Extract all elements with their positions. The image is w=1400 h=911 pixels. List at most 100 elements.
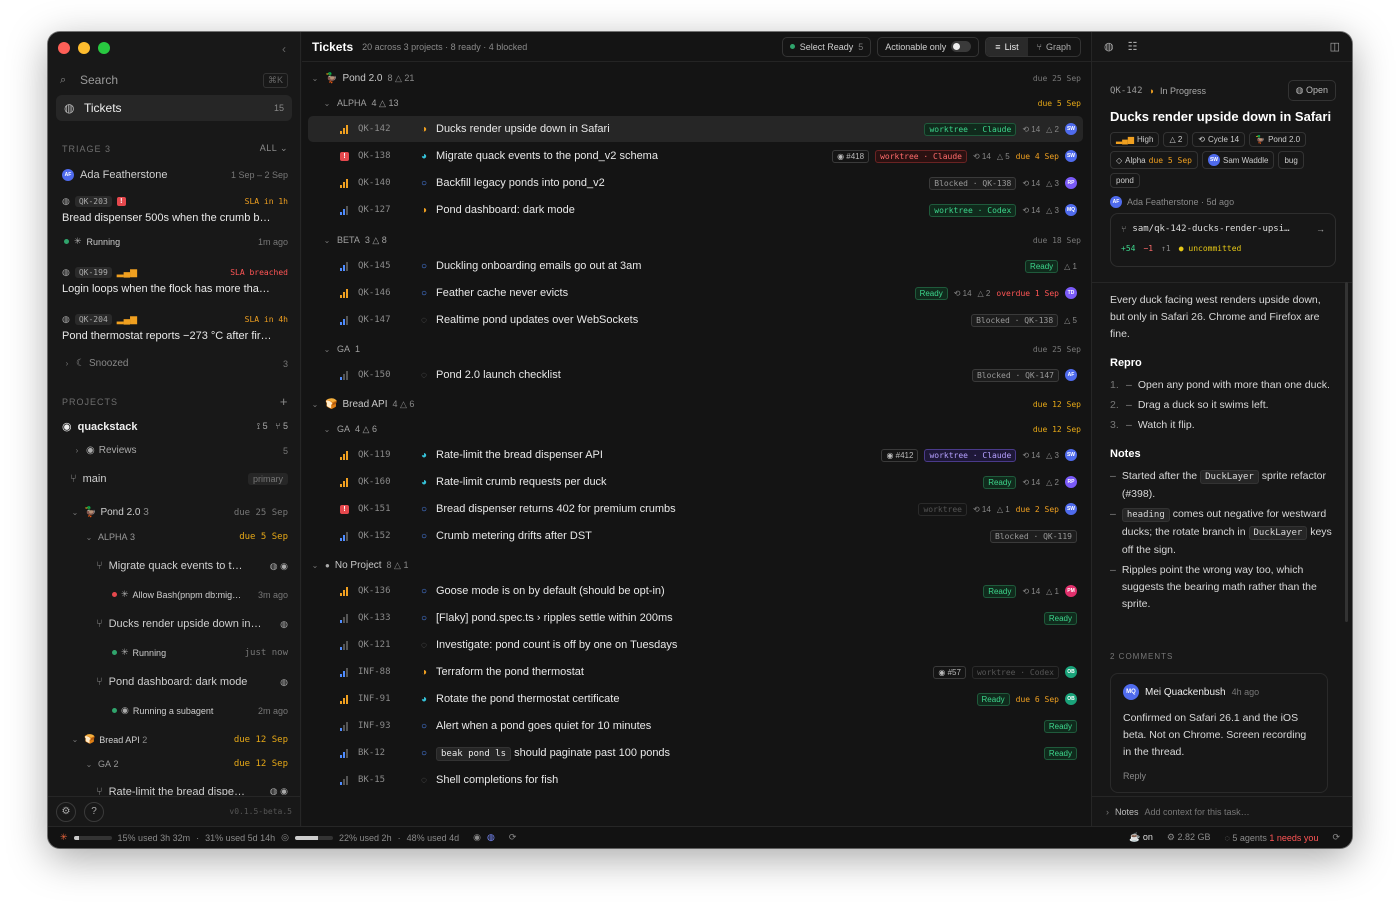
pull-request-badge[interactable]: ◉ #57 [933,665,966,679]
panel-toggle-icon[interactable]: ◫ [1330,40,1340,53]
group-header-project[interactable]: ⌄ 🦆 Pond 2.0 8 △ 21 due 25 Sep [310,68,1081,88]
pull-request-badge[interactable]: ◉ #412 [881,448,919,462]
estimate: △ 1 [1064,261,1077,271]
cycle-chip[interactable]: ⟲ Cycle 14 [1192,132,1246,147]
label-chip[interactable]: pond [1110,173,1140,188]
caffeinate-toggle[interactable]: ☕ on [1129,832,1153,843]
worktree-item[interactable]: ⑂ Ducks render upside down in… ◍ [62,618,288,630]
worktree-time: 2m ago [257,705,288,716]
notes-input-bar[interactable]: › Notes Add context for this task… [1092,796,1352,826]
todo-icon: ○ [420,503,428,515]
view-graph-tab[interactable]: ⑂ Graph [1028,38,1080,56]
github-icon[interactable]: ◉ [473,832,481,843]
toggle-switch[interactable] [951,41,972,52]
branch-card[interactable]: ⑂ sam/qk-142-ducks-render-upsi… → +54 −1… [1110,213,1336,267]
table-row[interactable]: QK-127 ◑ Pond dashboard: dark mode workt… [308,197,1083,223]
table-row[interactable]: QK-119 ◕ Rate-limit the bread dispenser … [308,442,1083,468]
group-header-milestone[interactable]: ⌄ GA 4 △ 6 due 12 Sep [310,419,1081,439]
milestone-chip[interactable]: ◇ Alpha due 5 Sep [1110,151,1198,169]
priority-high-icon [340,178,352,188]
pr-number: #418 [846,151,865,161]
table-row[interactable]: QK-140 ○ Backfill legacy ponds into pond… [308,170,1083,196]
table-row[interactable]: BK-15 ◌ Shell completions for fish [308,767,1083,793]
add-project-button[interactable]: + [280,394,288,409]
priority-chip[interactable]: ▂▄▆ High [1110,132,1160,147]
settings-icon[interactable]: ⚙ [56,801,76,822]
page-title: Tickets [312,39,354,54]
checklist-icon[interactable]: ☷ [1128,40,1138,53]
refresh-icon[interactable]: ⟳ [509,832,517,843]
group-header-milestone[interactable]: ⌄ GA 1 due 25 Sep [310,339,1081,359]
project-pond[interactable]: ⌄ 🦆 Pond 2.0 3 due 25 Sep [62,507,288,518]
worktree-item[interactable]: ⑂ Migrate quack events to t… ◍ ◉ [62,560,288,572]
table-row[interactable]: INF-93 ○ Alert when a pond goes quiet fo… [308,713,1083,739]
table-row[interactable]: INF-91 ◕ Rotate the pond thermostat cert… [308,686,1083,712]
assignee-chip[interactable]: SW Sam Waddle [1201,151,1275,169]
reviews-row[interactable]: › ◉ Reviews 5 [62,445,288,456]
group-header-project[interactable]: ⌄ 🍞 Bread API 4 △ 6 due 12 Sep [310,394,1081,414]
minimize-window-button[interactable] [78,42,90,54]
table-row[interactable]: QK-147 ◌ Realtime pond updates over WebS… [308,307,1083,333]
snoozed-row[interactable]: › ☾ Snoozed 3 [62,358,288,369]
table-row[interactable]: QK-160 ◕ Rate-limit crumb requests per d… [308,469,1083,495]
project-chip[interactable]: 🦆 Pond 2.0 [1249,132,1307,147]
table-row[interactable]: QK-146 ○ Feather cache never evicts Read… [308,280,1083,306]
triage-owner[interactable]: AF Ada Featherstone 1 Sep – 2 Sep [62,169,288,181]
detail-status[interactable]: In Progress [1160,86,1206,96]
table-row[interactable]: QK-121 ◌ Investigate: pond count is off … [308,632,1083,658]
zoom-window-button[interactable] [98,42,110,54]
todo-icon: ○ [420,287,428,299]
sync-icon[interactable]: ⟳ [1332,832,1340,843]
priority-medium-icon [340,667,352,677]
linear-icon[interactable]: ◍ [487,832,495,843]
avatar: OB [1065,666,1077,678]
select-ready-button[interactable]: Select Ready 5 [781,36,872,57]
table-row[interactable]: INF-88 ◑ Terraform the pond thermostat ◉… [308,659,1083,685]
view-list-tab[interactable]: ≡ List [986,37,1028,56]
triage-filter[interactable]: ALL ⌄ [260,143,288,154]
worktree-item[interactable]: ⑂ Rate-limit the bread dispe… ◍ ◉ [62,786,288,795]
ticket-id: QK-140 [358,178,391,188]
group-header-project[interactable]: ⌄ ● No Project 8 △ 1 [310,555,1081,575]
nav-tickets[interactable]: ◍ Tickets 15 [56,95,292,121]
triage-item[interactable]: ◍ QK-204 ▂▄▆ SLA in 4h Pond thermostat r… [62,314,288,342]
arrow-right-icon[interactable]: → [1316,224,1325,234]
search-button[interactable]: ⌕ Search ⌘K [60,70,288,90]
help-icon[interactable]: ? [84,801,104,822]
actionable-toggle[interactable]: Actionable only [877,36,980,57]
open-button[interactable]: ◍ Open [1287,80,1336,101]
collapse-sidebar-icon[interactable]: ‹ [282,42,286,56]
estimate: △ 5 [996,151,1010,161]
table-row[interactable]: QK-136 ○ Goose mode is on by default (sh… [308,578,1083,604]
sidebar: ‹ ⌕ Search ⌘K ◍ Tickets 15 TRIAGE 3 ALL … [48,32,301,826]
table-row[interactable]: ! QK-138 ◕ Migrate quack events to the p… [308,143,1083,169]
linear-icon[interactable]: ◍ [1104,40,1114,53]
table-row[interactable]: QK-133 ○ [Flaky] pond.spec.ts › ripples … [308,605,1083,631]
triage-item[interactable]: ◍ QK-203 ! SLA in 1h Bread dispenser 500… [62,196,288,247]
table-row[interactable]: QK-145 ○ Duckling onboarding emails go o… [308,253,1083,279]
agents-count[interactable]: ◌ 5 agents 1 needs you [1225,833,1319,843]
table-row[interactable]: ! QK-151 ○ Bread dispenser returns 402 f… [308,496,1083,522]
chevron-down-icon: ⌄ [323,424,331,434]
label-chip[interactable]: bug [1278,151,1304,169]
table-row[interactable]: QK-142 ◑ Ducks render upside down in Saf… [308,116,1083,142]
worktree-item[interactable]: ⑂ Pond dashboard: dark mode ◍ [62,676,288,688]
estimate: △ 3 [1046,178,1059,188]
scrollbar[interactable] [1345,282,1348,622]
triage-item[interactable]: ◍ QK-199 ▂▄▆ SLA breached Login loops wh… [62,267,288,295]
group-header-milestone[interactable]: ⌄ BETA 3 △ 8 due 18 Sep [310,230,1081,250]
milestone-alpha[interactable]: ⌄ ALPHA 3 due 5 Sep [62,532,288,542]
repo-row[interactable]: ◉ quackstack ⟟ 5 ⑂ 5 [62,420,288,434]
estimate-chip[interactable]: △ 2 [1163,132,1189,147]
reply-button[interactable]: Reply [1123,771,1315,781]
table-row[interactable]: QK-150 ◌ Pond 2.0 launch checklist Block… [308,362,1083,388]
milestone-ga[interactable]: ⌄ GA 2 due 12 Sep [62,759,288,769]
group-header-milestone[interactable]: ⌄ ALPHA 4 △ 13 due 5 Sep [310,93,1081,113]
pull-request-badge[interactable]: ◉ #418 [832,149,870,163]
table-row[interactable]: QK-152 ○ Crumb metering drifts after DST… [308,523,1083,549]
project-bread[interactable]: ⌄ 🍞 Bread API 2 due 12 Sep [62,734,288,745]
table-row[interactable]: BK-12 ○ beak pond ls should paginate pas… [308,740,1083,766]
branch-main[interactable]: ⑂ main primary [62,473,288,485]
project-bread-due: due 12 Sep [233,734,288,745]
close-window-button[interactable] [58,42,70,54]
